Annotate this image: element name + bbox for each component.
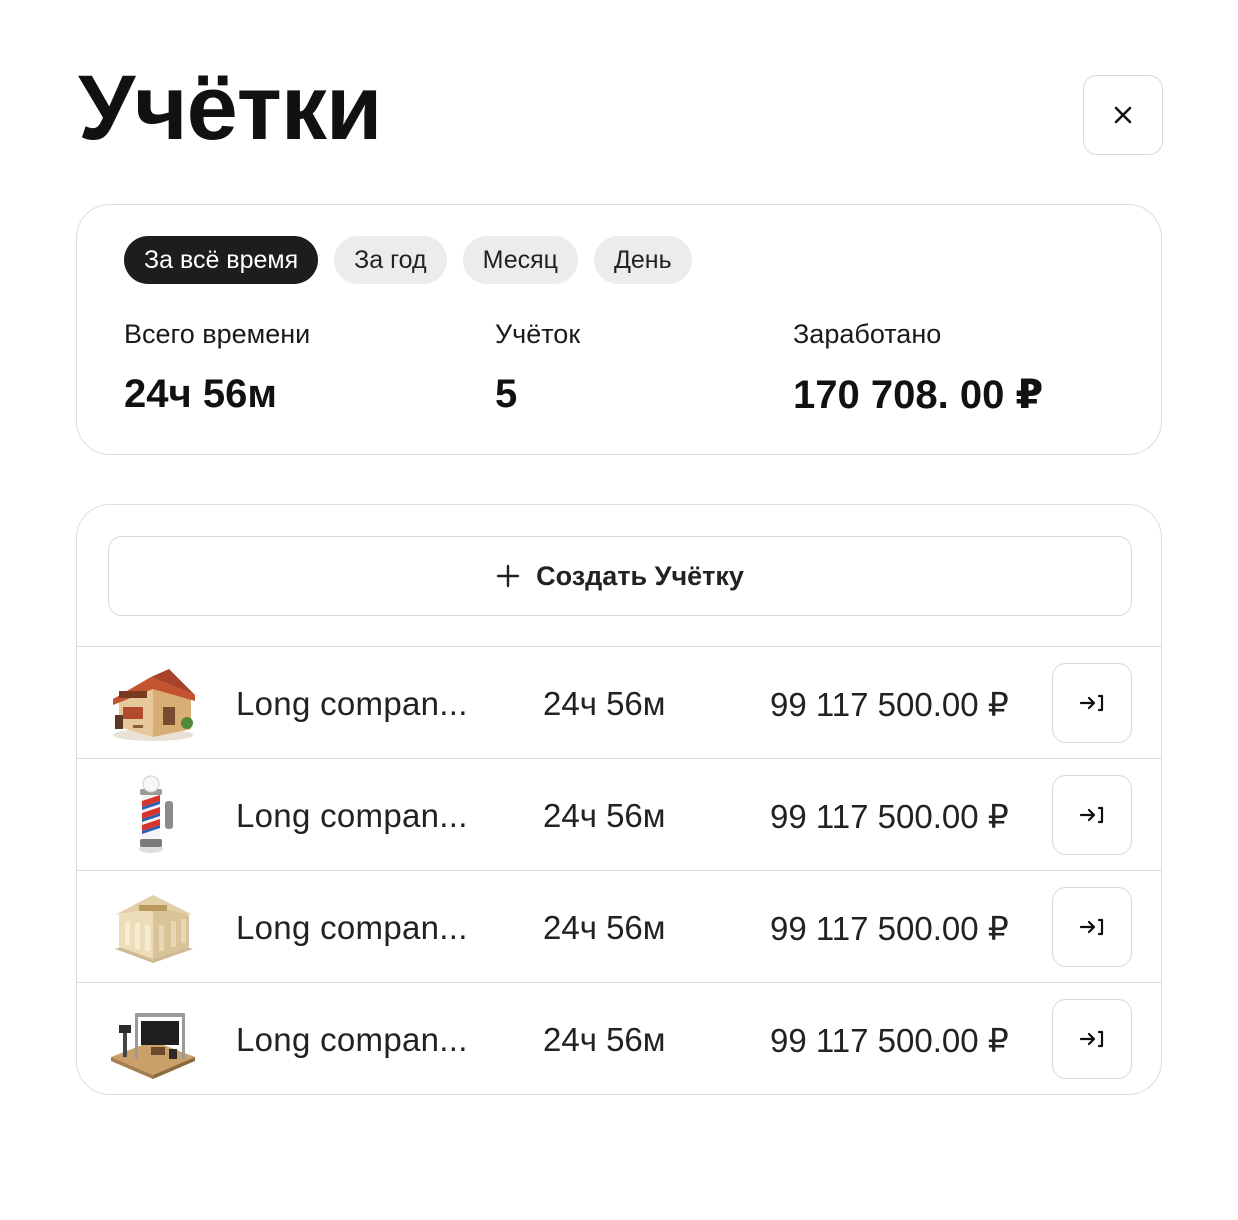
stat-earned-label: Заработано [793,319,942,349]
open-account-button[interactable] [1052,887,1132,967]
stat-total-time: Всего времени 24ч 56м [124,319,310,417]
stat-earned-value: 170 708. 00 ₽ [793,373,1044,417]
account-time: 24ч 56м [543,797,666,834]
account-time: 24ч 56м [543,909,666,946]
bank-icon [115,895,193,963]
filter-month[interactable]: Месяц [462,236,578,284]
filter-year[interactable]: За год [334,236,447,284]
account-time: 24ч 56м [543,685,666,722]
plus-icon [496,564,520,588]
list-item[interactable]: Long compan... 24ч 56м 99 117 500.00 ₽ [77,870,1161,982]
stat-total-time-label: Всего времени [124,319,311,349]
close-button[interactable] [1083,75,1163,155]
account-time: 24ч 56м [543,1021,666,1058]
close-icon [1114,106,1132,124]
enter-icon [1079,1030,1104,1048]
account-amount: 99 117 500.00 ₽ [770,686,1009,723]
stat-accounts: Учёток 5 [495,319,580,417]
stat-accounts-value: 5 [495,372,518,416]
account-name: Long compan... [236,797,468,834]
open-account-button[interactable] [1052,999,1132,1079]
account-amount: 99 117 500.00 ₽ [770,910,1009,947]
account-amount: 99 117 500.00 ₽ [770,798,1009,835]
account-amount: 99 117 500.00 ₽ [770,1022,1009,1059]
stat-total-time-value: 24ч 56м [124,372,277,416]
accounts-list: Создать Учётку Long compan... 24ч 56м 99… [76,504,1162,1095]
enter-icon [1079,806,1104,824]
barber-pole-icon [139,775,173,853]
list-item[interactable]: Long compan... 24ч 56м 99 117 500.00 ₽ [77,646,1161,758]
stat-earned: Заработано 170 708. 00 ₽ [793,319,1043,418]
page-title: Учётки [78,57,382,159]
filter-day[interactable]: День [593,236,692,284]
restaurant-icon [113,669,195,741]
period-filters: За всё время За год Месяц День [124,236,692,284]
create-account-label: Создать Учётку [536,560,744,591]
stage-icon [111,1013,195,1079]
create-account-button[interactable]: Создать Учётку [108,536,1132,616]
stat-accounts-label: Учёток [495,319,581,349]
open-account-button[interactable] [1052,663,1132,743]
enter-icon [1079,918,1104,936]
account-name: Long compan... [236,909,468,946]
list-item[interactable]: Long compan... 24ч 56м 99 117 500.00 ₽ [77,982,1161,1094]
enter-icon [1079,694,1104,712]
stats-card: За всё время За год Месяц День Всего вре… [76,204,1162,455]
account-name: Long compan... [236,685,468,722]
open-account-button[interactable] [1052,775,1132,855]
account-name: Long compan... [236,1021,468,1058]
filter-all-time[interactable]: За всё время [124,236,319,284]
list-item[interactable]: Long compan... 24ч 56м 99 117 500.00 ₽ [77,758,1161,870]
